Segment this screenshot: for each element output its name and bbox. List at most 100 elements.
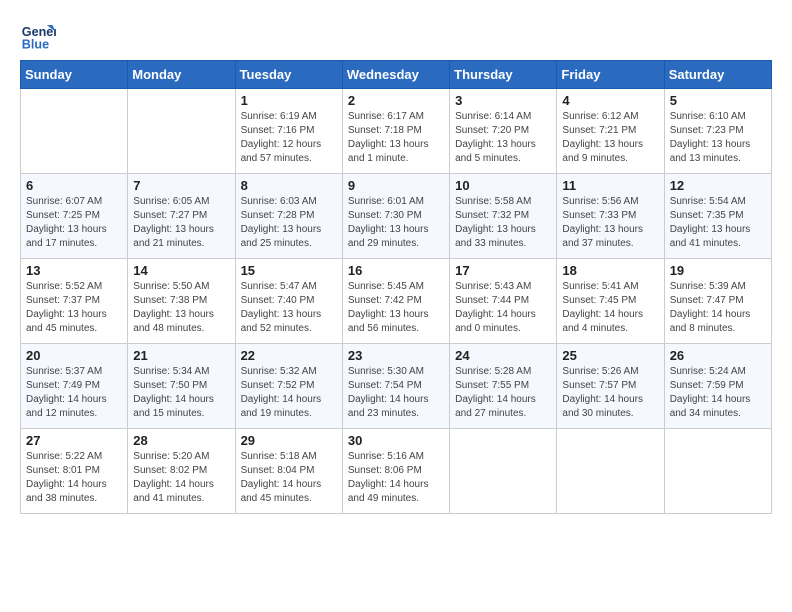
dow-header: Friday [557, 61, 664, 89]
day-info: Sunrise: 5:16 AM Sunset: 8:06 PM Dayligh… [348, 450, 444, 506]
day-info: Sunrise: 5:20 AM Sunset: 8:02 PM Dayligh… [133, 450, 229, 506]
calendar-table: SundayMondayTuesdayWednesdayThursdayFrid… [20, 60, 772, 514]
dow-header: Thursday [450, 61, 557, 89]
day-number: 16 [348, 263, 444, 278]
day-info: Sunrise: 5:58 AM Sunset: 7:32 PM Dayligh… [455, 195, 551, 251]
calendar-cell: 30 Sunrise: 5:16 AM Sunset: 8:06 PM Dayli… [342, 429, 449, 514]
day-number: 6 [26, 178, 122, 193]
calendar-cell: 1Sunrise: 6:19 AM Sunset: 7:16 PM Daylig… [235, 89, 342, 174]
logo: General Blue [20, 16, 60, 52]
day-number: 4 [562, 93, 658, 108]
day-info: Sunrise: 5:18 AM Sunset: 8:04 PM Dayligh… [241, 450, 337, 506]
day-number: 7 [133, 178, 229, 193]
day-info: Sunrise: 6:07 AM Sunset: 7:25 PM Dayligh… [26, 195, 122, 251]
day-info: Sunrise: 6:12 AM Sunset: 7:21 PM Dayligh… [562, 110, 658, 166]
day-number: 14 [133, 263, 229, 278]
calendar-cell: 24 Sunrise: 5:28 AM Sunset: 7:55 PM Dayli… [450, 344, 557, 429]
day-number: 9 [348, 178, 444, 193]
dow-header: Wednesday [342, 61, 449, 89]
day-number: 1 [241, 93, 337, 108]
day-info: Sunrise: 6:14 AM Sunset: 7:20 PM Dayligh… [455, 110, 551, 166]
calendar-cell: 12 Sunrise: 5:54 AM Sunset: 7:35 PM Dayli… [664, 174, 771, 259]
day-number: 23 [348, 348, 444, 363]
calendar-cell: 10 Sunrise: 5:58 AM Sunset: 7:32 PM Dayli… [450, 174, 557, 259]
day-number: 20 [26, 348, 122, 363]
day-info: Sunrise: 5:37 AM Sunset: 7:49 PM Dayligh… [26, 365, 122, 421]
day-info: Sunrise: 5:30 AM Sunset: 7:54 PM Dayligh… [348, 365, 444, 421]
day-number: 28 [133, 433, 229, 448]
day-number: 17 [455, 263, 551, 278]
day-number: 11 [562, 178, 658, 193]
calendar-cell: 9 Sunrise: 6:01 AM Sunset: 7:30 PM Daylig… [342, 174, 449, 259]
day-number: 30 [348, 433, 444, 448]
calendar-cell: 16 Sunrise: 5:45 AM Sunset: 7:42 PM Dayli… [342, 259, 449, 344]
calendar-cell [664, 429, 771, 514]
calendar-cell: 19 Sunrise: 5:39 AM Sunset: 7:47 PM Dayli… [664, 259, 771, 344]
calendar-cell: 22Sunrise: 5:32 AM Sunset: 7:52 PM Dayli… [235, 344, 342, 429]
calendar-cell: 14 Sunrise: 5:50 AM Sunset: 7:38 PM Dayli… [128, 259, 235, 344]
calendar-cell [450, 429, 557, 514]
svg-text:Blue: Blue [22, 37, 49, 51]
day-number: 12 [670, 178, 766, 193]
dow-header: Tuesday [235, 61, 342, 89]
day-info: Sunrise: 5:54 AM Sunset: 7:35 PM Dayligh… [670, 195, 766, 251]
calendar-cell: 6 Sunrise: 6:07 AM Sunset: 7:25 PM Daylig… [21, 174, 128, 259]
logo-icon: General Blue [20, 16, 56, 52]
calendar-cell: 21Sunrise: 5:34 AM Sunset: 7:50 PM Dayli… [128, 344, 235, 429]
calendar-cell: 25 Sunrise: 5:26 AM Sunset: 7:57 PM Dayli… [557, 344, 664, 429]
day-number: 18 [562, 263, 658, 278]
calendar-cell: 11Sunrise: 5:56 AM Sunset: 7:33 PM Dayli… [557, 174, 664, 259]
day-number: 13 [26, 263, 122, 278]
dow-header: Saturday [664, 61, 771, 89]
day-number: 10 [455, 178, 551, 193]
calendar-cell: 3 Sunrise: 6:14 AM Sunset: 7:20 PM Daylig… [450, 89, 557, 174]
calendar-cell: 28 Sunrise: 5:20 AM Sunset: 8:02 PM Dayli… [128, 429, 235, 514]
calendar-cell: 7 Sunrise: 6:05 AM Sunset: 7:27 PM Daylig… [128, 174, 235, 259]
calendar-cell: 13 Sunrise: 5:52 AM Sunset: 7:37 PM Dayli… [21, 259, 128, 344]
calendar-cell: 27 Sunrise: 5:22 AM Sunset: 8:01 PM Dayli… [21, 429, 128, 514]
calendar-cell: 8 Sunrise: 6:03 AM Sunset: 7:28 PM Daylig… [235, 174, 342, 259]
calendar-cell: 4 Sunrise: 6:12 AM Sunset: 7:21 PM Daylig… [557, 89, 664, 174]
day-info: Sunrise: 6:17 AM Sunset: 7:18 PM Dayligh… [348, 110, 444, 166]
calendar-cell: 5 Sunrise: 6:10 AM Sunset: 7:23 PM Daylig… [664, 89, 771, 174]
day-info: Sunrise: 6:05 AM Sunset: 7:27 PM Dayligh… [133, 195, 229, 251]
day-number: 2 [348, 93, 444, 108]
day-info: Sunrise: 5:39 AM Sunset: 7:47 PM Dayligh… [670, 280, 766, 336]
calendar-cell: 20 Sunrise: 5:37 AM Sunset: 7:49 PM Dayli… [21, 344, 128, 429]
day-info: Sunrise: 5:22 AM Sunset: 8:01 PM Dayligh… [26, 450, 122, 506]
day-number: 5 [670, 93, 766, 108]
dow-header: Monday [128, 61, 235, 89]
day-number: 24 [455, 348, 551, 363]
calendar-cell: 23 Sunrise: 5:30 AM Sunset: 7:54 PM Dayli… [342, 344, 449, 429]
day-info: Sunrise: 6:01 AM Sunset: 7:30 PM Dayligh… [348, 195, 444, 251]
day-info: Sunrise: 5:45 AM Sunset: 7:42 PM Dayligh… [348, 280, 444, 336]
page-header: General Blue [20, 16, 772, 52]
day-number: 26 [670, 348, 766, 363]
day-number: 8 [241, 178, 337, 193]
day-number: 15 [241, 263, 337, 278]
day-info: Sunrise: 5:43 AM Sunset: 7:44 PM Dayligh… [455, 280, 551, 336]
calendar-cell: 26 Sunrise: 5:24 AM Sunset: 7:59 PM Dayli… [664, 344, 771, 429]
day-info: Sunrise: 5:41 AM Sunset: 7:45 PM Dayligh… [562, 280, 658, 336]
day-number: 3 [455, 93, 551, 108]
day-info: Sunrise: 5:52 AM Sunset: 7:37 PM Dayligh… [26, 280, 122, 336]
day-number: 27 [26, 433, 122, 448]
day-info: Sunrise: 6:10 AM Sunset: 7:23 PM Dayligh… [670, 110, 766, 166]
day-info: Sunrise: 6:03 AM Sunset: 7:28 PM Dayligh… [241, 195, 337, 251]
day-info: Sunrise: 5:24 AM Sunset: 7:59 PM Dayligh… [670, 365, 766, 421]
day-number: 29 [241, 433, 337, 448]
day-number: 21 [133, 348, 229, 363]
day-number: 19 [670, 263, 766, 278]
calendar-cell: 2 Sunrise: 6:17 AM Sunset: 7:18 PM Daylig… [342, 89, 449, 174]
day-info: Sunrise: 5:26 AM Sunset: 7:57 PM Dayligh… [562, 365, 658, 421]
day-number: 25 [562, 348, 658, 363]
calendar-cell: 15Sunrise: 5:47 AM Sunset: 7:40 PM Dayli… [235, 259, 342, 344]
calendar-cell [128, 89, 235, 174]
calendar-cell: 18 Sunrise: 5:41 AM Sunset: 7:45 PM Dayli… [557, 259, 664, 344]
calendar-cell [21, 89, 128, 174]
dow-header: Sunday [21, 61, 128, 89]
day-info: Sunrise: 5:50 AM Sunset: 7:38 PM Dayligh… [133, 280, 229, 336]
day-info: Sunrise: 5:28 AM Sunset: 7:55 PM Dayligh… [455, 365, 551, 421]
calendar-cell: 29 Sunrise: 5:18 AM Sunset: 8:04 PM Dayli… [235, 429, 342, 514]
day-info: Sunrise: 5:32 AM Sunset: 7:52 PM Dayligh… [241, 365, 337, 421]
